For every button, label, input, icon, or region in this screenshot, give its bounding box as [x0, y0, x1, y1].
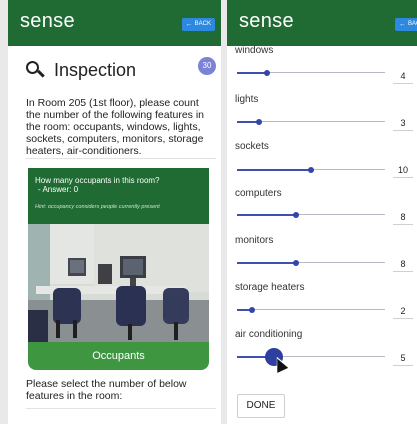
divider	[26, 408, 216, 409]
question-text: How many occupants in this room?	[35, 176, 160, 185]
slider-handle[interactable]	[293, 212, 300, 218]
slider-handle[interactable]	[248, 307, 255, 313]
slider-storage-heaters[interactable]	[237, 305, 385, 315]
brand-logo: sense	[239, 10, 294, 32]
magnifier-icon	[26, 60, 45, 81]
feature-label-computers: computers	[235, 188, 282, 199]
slider-handle[interactable]	[293, 260, 300, 266]
answer-text: - Answer: 0	[38, 185, 79, 194]
room-photo	[28, 224, 209, 342]
value-storage-heaters[interactable]: 2	[393, 305, 413, 319]
brand-logo: sense	[20, 10, 75, 32]
slider-monitors[interactable]	[237, 258, 385, 268]
value-air-conditioning[interactable]: 5	[393, 352, 413, 366]
slider-handle[interactable]	[256, 119, 263, 125]
back-label: BACK	[194, 21, 211, 27]
divider	[26, 158, 216, 159]
question-header: How many occupants in this room? - Answe…	[28, 168, 209, 224]
back-button[interactable]: ← BACK	[181, 18, 215, 31]
back-label: BACK	[408, 21, 417, 27]
page-title: Inspection	[54, 60, 137, 80]
inspection-header: Inspection	[26, 60, 136, 81]
back-button[interactable]: ← BACK	[395, 18, 417, 31]
slider-computers[interactable]	[237, 210, 385, 220]
slider-sockets[interactable]	[237, 165, 385, 175]
feature-label-windows: windows	[235, 45, 274, 56]
feature-label-storage-heaters: storage heaters	[235, 282, 305, 293]
app-bar: sense ← BACK	[8, 0, 221, 46]
value-monitors[interactable]: 8	[393, 258, 413, 272]
arrow-left-icon: ←	[185, 21, 193, 28]
hint-text: Hint: occupancy considers people current…	[35, 204, 160, 210]
inspection-screen: sense ← BACK Inspection 30 In Room 205 (…	[8, 0, 221, 424]
value-lights[interactable]: 3	[393, 117, 413, 131]
slider-lights[interactable]	[237, 117, 385, 127]
app-bar: sense ← BACK	[227, 0, 417, 46]
value-windows[interactable]: 4	[393, 70, 413, 84]
slider-air-conditioning[interactable]	[237, 348, 385, 366]
occupants-card[interactable]: How many occupants in this room? - Answe…	[28, 168, 209, 370]
value-sockets[interactable]: 10	[393, 164, 413, 178]
features-screen: sense ← BACK windows 4 lights 3 sockets …	[227, 0, 417, 424]
select-features-text: Please select the number of below featur…	[26, 378, 187, 402]
value-computers[interactable]: 8	[393, 211, 413, 225]
done-button[interactable]: DONE	[237, 394, 285, 418]
card-label: Occupants	[28, 342, 209, 370]
feature-label-monitors: monitors	[235, 235, 274, 246]
slider-handle[interactable]	[263, 70, 270, 76]
feature-label-lights: lights	[235, 94, 259, 105]
feature-label-sockets: sockets	[235, 141, 269, 152]
instructions-text: In Room 205 (1st floor), please count th…	[26, 97, 205, 157]
slider-handle[interactable]	[308, 167, 314, 173]
slider-windows[interactable]	[237, 68, 385, 78]
feature-label-air-conditioning: air conditioning	[235, 329, 303, 340]
count-badge: 30	[198, 57, 216, 75]
arrow-left-icon: ←	[399, 21, 406, 28]
